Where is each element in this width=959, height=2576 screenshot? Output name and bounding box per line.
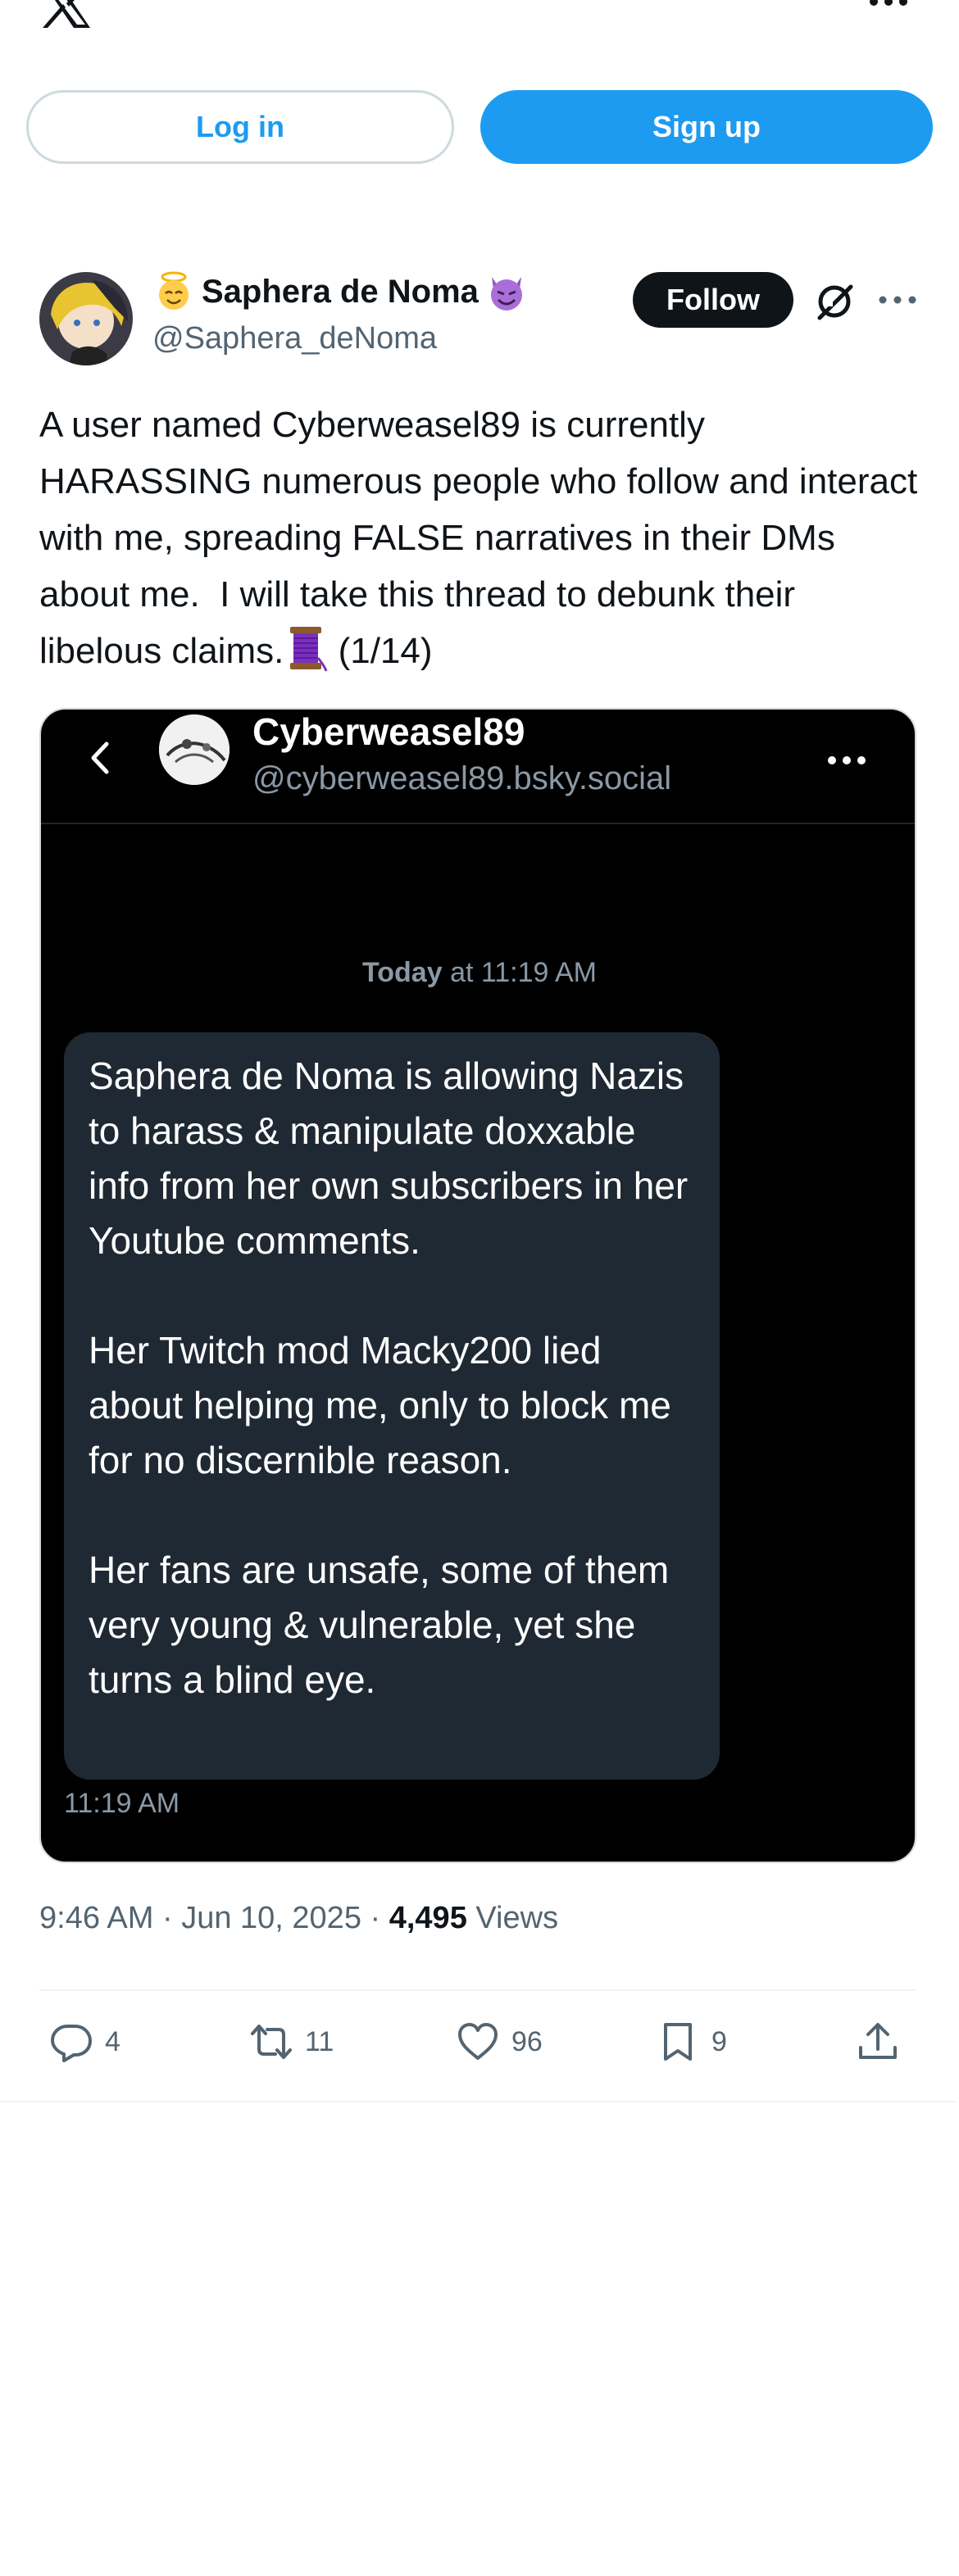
views-count: 4,495 xyxy=(389,1901,467,1935)
dm-date-day: Today xyxy=(362,957,443,988)
x-logo-icon[interactable] xyxy=(39,0,93,28)
post-more-icon[interactable] xyxy=(877,288,918,311)
signup-button[interactable]: Sign up xyxy=(480,90,933,164)
action-bar: 4 11 96 9 xyxy=(39,1991,916,2098)
share-button[interactable] xyxy=(856,2017,900,2066)
devil-emoji-icon xyxy=(490,277,522,311)
tweet-body: A user named Cyberweasel89 is currently … xyxy=(39,405,928,671)
more-icon[interactable] xyxy=(867,0,910,11)
post-date[interactable]: Jun 10, 2025 xyxy=(181,1901,361,1935)
reply-icon xyxy=(51,2025,92,2062)
dm-avatar xyxy=(159,714,230,785)
bookmark-count: 9 xyxy=(711,2025,727,2057)
embedded-image[interactable]: Cyberweasel89 @cyberweasel89.bsky.social… xyxy=(39,708,916,1863)
views-label: Views xyxy=(475,1901,559,1935)
repost-count: 11 xyxy=(305,2025,334,2057)
reply-count: 4 xyxy=(105,2025,120,2057)
dm-message-time: 11:19 AM xyxy=(64,1788,180,1819)
post-time[interactable]: 9:46 AM xyxy=(39,1901,153,1935)
repost-icon xyxy=(251,2025,292,2059)
bookmark-button[interactable]: 9 xyxy=(656,2017,727,2066)
tweet-text: A user named Cyberweasel89 is currently … xyxy=(39,397,925,679)
bottom-divider xyxy=(0,2101,956,2102)
dm-contact-name: Cyberweasel89 xyxy=(252,710,525,753)
like-count: 96 xyxy=(511,2025,543,2057)
dm-contact-handle: @cyberweasel89.bsky.social xyxy=(252,760,672,796)
like-button[interactable]: 96 xyxy=(456,2017,543,2066)
dm-message-bubble: Saphera de Noma is allowing Nazis to har… xyxy=(64,1032,720,1780)
repost-button[interactable]: 11 xyxy=(249,2017,334,2066)
thread-counter: (1/14) xyxy=(338,631,433,671)
reply-button[interactable]: 4 xyxy=(49,2017,120,2066)
dm-more-icon xyxy=(828,756,866,764)
author-name-row: Saphera de Noma xyxy=(152,269,528,315)
share-icon xyxy=(859,2023,897,2059)
author-handle[interactable]: @Saphera_deNoma xyxy=(152,321,437,356)
dm-date-label: Today at 11:19 AM xyxy=(41,957,915,989)
dm-date-rest: at 11:19 AM xyxy=(450,957,597,988)
avatar[interactable] xyxy=(39,272,133,365)
like-icon xyxy=(458,2023,498,2060)
top-bar xyxy=(0,0,959,33)
login-button[interactable]: Log in xyxy=(26,90,454,164)
grok-icon[interactable] xyxy=(813,280,856,323)
bookmark-icon xyxy=(664,2023,692,2061)
auth-bar: Log in Sign up xyxy=(26,90,933,164)
dm-divider xyxy=(41,823,915,824)
post-meta: 9:46 AM · Jun 10, 2025 · 4,495 Views xyxy=(39,1901,559,1935)
back-icon xyxy=(91,742,109,774)
follow-button[interactable]: Follow xyxy=(633,272,793,328)
thread-spool-emoji-icon xyxy=(290,627,328,672)
author-display-name[interactable]: Saphera de Noma xyxy=(202,274,479,311)
angel-emoji-icon xyxy=(159,271,189,310)
